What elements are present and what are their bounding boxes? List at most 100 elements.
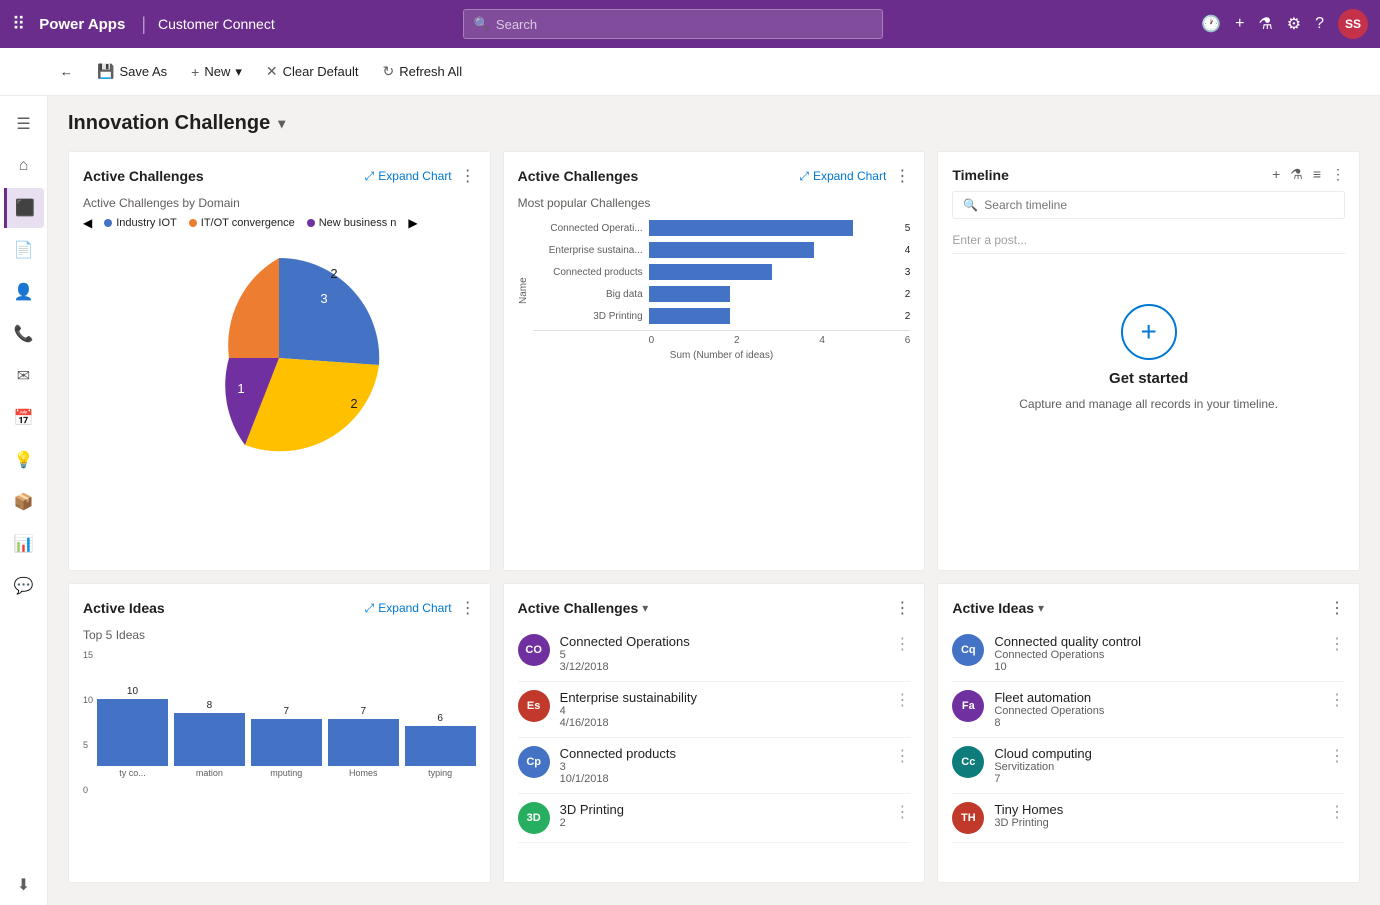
hbar-bar-0 — [649, 220, 853, 236]
sidebar-item-calendar[interactable]: 📅 — [4, 398, 44, 438]
vbar-col-2: 7 mputing — [251, 706, 322, 778]
search-timeline-input[interactable] — [984, 198, 1334, 212]
list-item-title-0[interactable]: Connected Operations — [560, 634, 885, 649]
timeline-columns-icon[interactable]: ≡ — [1313, 166, 1321, 183]
add-icon[interactable]: + — [1235, 15, 1244, 33]
sidebar-item-reports[interactable]: 📊 — [4, 524, 44, 564]
toolbar: ← 💾 Save As + New ▾ ✕ Clear Default ↻ Re… — [0, 48, 1380, 96]
sidebar-item-records[interactable]: 📄 — [4, 230, 44, 270]
list-avatar-c1: Fa — [952, 690, 984, 722]
save-as-button[interactable]: 💾 Save As — [87, 58, 177, 85]
list-item-more-c2[interactable]: ⋮ — [1329, 746, 1345, 766]
get-started-sub: Capture and manage all records in your t… — [1019, 397, 1278, 411]
card1-expand-button[interactable]: ⤢ Expand Chart — [365, 169, 452, 184]
list-item-more-c0[interactable]: ⋮ — [1329, 634, 1345, 654]
card4-more-button[interactable]: ⋮ — [460, 598, 476, 618]
search-timeline-bar[interactable]: 🔍 — [952, 191, 1345, 219]
list-item-more-0[interactable]: ⋮ — [894, 634, 910, 654]
hbar-bar-1 — [649, 242, 814, 258]
list-item-more-c1[interactable]: ⋮ — [1329, 690, 1345, 710]
back-button[interactable]: ← — [50, 59, 83, 84]
vbar-lbl-1: mation — [196, 768, 223, 778]
sidebar-item-home[interactable]: ⌂ — [4, 146, 44, 186]
card1-more-button[interactable]: ⋮ — [460, 166, 476, 186]
search-bar[interactable]: 🔍 — [463, 9, 883, 39]
sidebar-item-packages[interactable]: 📦 — [4, 482, 44, 522]
hbar-row-4: 3D Printing 2 — [533, 308, 911, 324]
timeline-more-icon[interactable]: ⋮ — [1331, 166, 1345, 183]
clock-icon[interactable]: 🕐 — [1201, 14, 1221, 34]
list-item-more-1[interactable]: ⋮ — [894, 690, 910, 710]
new-button[interactable]: + New ▾ — [181, 59, 252, 85]
timeline-filter-icon[interactable]: ⚗ — [1290, 166, 1303, 183]
refresh-all-button[interactable]: ↻ Refresh All — [372, 58, 472, 85]
list-item-sub2-1: 4/16/2018 — [560, 717, 885, 729]
get-started-plus[interactable]: + — [1121, 304, 1177, 360]
sidebar-item-dashboard[interactable]: ⬛ — [4, 188, 44, 228]
vbar-val-0: 10 — [127, 686, 138, 697]
list-item-more-c3[interactable]: ⋮ — [1329, 802, 1345, 822]
legend-dot-1 — [104, 219, 112, 227]
list-avatar-c2: Cc — [952, 746, 984, 778]
card1-actions: ⤢ Expand Chart ⋮ — [365, 166, 476, 186]
list-item-content-1: Enterprise sustainability 4 4/16/2018 — [560, 690, 885, 729]
active-challenges-bar-card: Active Challenges ⤢ Expand Chart ⋮ Most … — [503, 151, 926, 571]
hbar-bar-wrap-2 — [649, 264, 895, 280]
get-started-area: + Get started Capture and manage all rec… — [952, 264, 1345, 451]
list-item-title-c1[interactable]: Fleet automation — [994, 690, 1319, 705]
vbar-1 — [174, 713, 245, 766]
enter-post[interactable]: Enter a post... — [952, 227, 1345, 254]
user-avatar[interactable]: SS — [1338, 9, 1368, 39]
svg-text:3: 3 — [321, 291, 328, 306]
card5-title: Active Challenges — [518, 600, 639, 616]
waffle-icon[interactable]: ⠿ — [12, 14, 25, 35]
hbar-label-4: 3D Printing — [533, 311, 643, 322]
help-icon[interactable]: ? — [1315, 15, 1324, 33]
legend-next[interactable]: ▶ — [408, 216, 417, 230]
sidebar-item-ideas[interactable]: 💡 — [4, 440, 44, 480]
list-item-1: Es Enterprise sustainability 4 4/16/2018… — [518, 682, 911, 738]
sidebar-item-menu[interactable]: ☰ — [4, 104, 44, 144]
filter-icon[interactable]: ⚗ — [1258, 14, 1272, 34]
list-item-title-3[interactable]: 3D Printing — [560, 802, 885, 817]
settings-icon[interactable]: ⚙ — [1287, 14, 1301, 34]
clear-default-button[interactable]: ✕ Clear Default — [256, 58, 369, 85]
sidebar-item-contacts[interactable]: 👤 — [4, 272, 44, 312]
get-started-title: Get started — [1109, 370, 1188, 387]
list-item-c0: Cq Connected quality control Connected O… — [952, 626, 1345, 682]
sidebar-item-more[interactable]: ⬇ — [4, 865, 44, 905]
card6-more-button[interactable]: ⋮ — [1329, 598, 1345, 618]
hbar-chart-area: Name Connected Operati... 5 Enterprise s… — [518, 220, 911, 361]
list-item-sub1-c3: 3D Printing — [994, 817, 1319, 829]
sidebar-item-chat[interactable]: 💬 — [4, 566, 44, 606]
list-item-more-3[interactable]: ⋮ — [894, 802, 910, 822]
search-input[interactable] — [496, 17, 872, 32]
list-item-content-3: 3D Printing 2 — [560, 802, 885, 829]
card5-dropdown-icon[interactable]: ▾ — [642, 601, 648, 615]
card4-expand-button[interactable]: ⤢ Expand Chart — [365, 601, 452, 616]
sidebar-item-calls[interactable]: 📞 — [4, 314, 44, 354]
card5-more-button[interactable]: ⋮ — [894, 598, 910, 618]
card2-subtitle: Most popular Challenges — [518, 196, 911, 210]
list-item-more-2[interactable]: ⋮ — [894, 746, 910, 766]
hbar-x-axis — [533, 330, 911, 331]
page-title-chevron[interactable]: ▾ — [278, 115, 285, 132]
card4-actions: ⤢ Expand Chart ⋮ — [365, 598, 476, 618]
sidebar-item-mail[interactable]: ✉ — [4, 356, 44, 396]
list-item-sub2-0: 3/12/2018 — [560, 661, 885, 673]
timeline-add-icon[interactable]: + — [1272, 166, 1280, 183]
list-item-title-c3[interactable]: Tiny Homes — [994, 802, 1319, 817]
list-item-title-c0[interactable]: Connected quality control — [994, 634, 1319, 649]
card6-dropdown-icon[interactable]: ▾ — [1038, 601, 1044, 615]
list-item-title-1[interactable]: Enterprise sustainability — [560, 690, 885, 705]
list-item-title-2[interactable]: Connected products — [560, 746, 885, 761]
card2-more-button[interactable]: ⋮ — [894, 166, 910, 186]
vbar-0 — [97, 699, 168, 766]
card2-expand-button[interactable]: ⤢ Expand Chart — [799, 169, 886, 184]
list-item-c1: Fa Fleet automation Connected Operations… — [952, 682, 1345, 738]
list-item-title-c2[interactable]: Cloud computing — [994, 746, 1319, 761]
refresh-icon: ↻ — [382, 63, 394, 80]
legend-prev[interactable]: ◀ — [83, 216, 92, 230]
hbar-val-2: 3 — [905, 267, 911, 278]
pie-chart: 3 2 1 1 2 2 — [169, 248, 389, 468]
